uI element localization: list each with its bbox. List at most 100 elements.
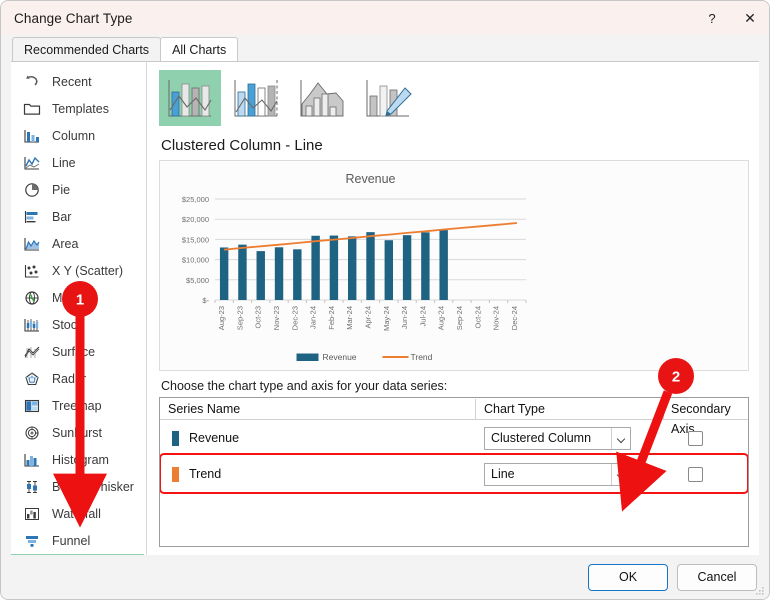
variant-thumb-clustered-column-line-secondary-axis[interactable]	[225, 70, 287, 126]
series-row-revenue: Revenue Clustered Column	[160, 420, 748, 456]
series-row-trend: Trend Line	[160, 453, 748, 494]
series-panel-prompt: Choose the chart type and axis for your …	[161, 379, 448, 393]
sidebar-item-pie[interactable]: Pie	[11, 176, 146, 203]
recent-icon	[21, 72, 43, 91]
sidebar-item-area[interactable]: Area	[11, 230, 146, 257]
variant-thumb-clustered-column-line[interactable]	[159, 70, 221, 126]
sidebar-item-line[interactable]: Line	[11, 149, 146, 176]
series-table-header: Series Name Chart Type Secondary Axis	[160, 398, 748, 436]
chart-type-value: Line	[491, 467, 515, 481]
line-icon	[21, 153, 43, 172]
variant-thumbnail-strip	[159, 70, 749, 126]
svg-text:$20,000: $20,000	[182, 215, 209, 224]
secondary-axis-checkbox-trend[interactable]	[687, 466, 703, 482]
sidebar-item-column[interactable]: Column	[11, 122, 146, 149]
sidebar-item-templates[interactable]: Templates	[11, 95, 146, 122]
svg-text:Jun-24: Jun-24	[400, 306, 409, 329]
svg-text:Trend: Trend	[411, 352, 433, 362]
ok-button[interactable]: OK	[588, 563, 668, 591]
chart-type-cell: Line	[476, 462, 664, 486]
svg-text:Mar-24: Mar-24	[345, 306, 354, 330]
secondary-axis-cell	[664, 430, 748, 446]
sidebar-item-label: Area	[52, 236, 79, 251]
sidebar-item-label: Stock	[52, 317, 84, 332]
variant-name: Clustered Column - Line	[161, 137, 323, 154]
chart-preview: Revenue $25,000 $20,000 $15,000 $10,000 $5,00…	[159, 160, 749, 371]
svg-text:Sep-24: Sep-24	[455, 306, 464, 330]
sidebar-item-label: Box & Whisker	[52, 479, 134, 494]
scatter-icon	[21, 261, 43, 280]
close-icon[interactable]: ✕	[731, 1, 769, 35]
chart-variant-pane: Clustered Column - Line Revenue $25,000 $2…	[147, 62, 759, 555]
chart-type-dropdown-trend[interactable]: Line	[484, 462, 631, 486]
chart-category-list: Recent Templates Column Line Pie Bar Are…	[11, 62, 147, 555]
svg-text:Apr-24: Apr-24	[364, 306, 373, 329]
sidebar-item-stock[interactable]: Stock	[11, 311, 146, 338]
sidebar-item-treemap[interactable]: Treemap	[11, 392, 146, 419]
pie-icon	[21, 180, 43, 199]
sidebar-item-box-whisker[interactable]: Box & Whisker	[11, 473, 146, 500]
sidebar-item-recent[interactable]: Recent	[11, 68, 146, 95]
svg-text:Sep-23: Sep-23	[235, 306, 244, 330]
map-icon	[21, 288, 43, 307]
tab-all-charts[interactable]: All Charts	[160, 37, 239, 61]
revenue-combo-chart: Revenue $25,000 $20,000 $15,000 $10,000 $5,00…	[182, 172, 527, 362]
svg-text:Nov-24: Nov-24	[492, 306, 501, 330]
column-header-chart-type: Chart Type	[476, 398, 664, 419]
tab-strip: Recommended Charts All Charts	[1, 35, 769, 61]
chart-type-dropdown-revenue[interactable]: Clustered Column	[484, 426, 631, 450]
dialog-body: Recent Templates Column Line Pie Bar Are…	[11, 61, 759, 555]
svg-text:$10,000: $10,000	[182, 256, 209, 265]
bar-icon	[21, 207, 43, 226]
secondary-axis-checkbox-revenue[interactable]	[687, 430, 703, 446]
dialog-title: Change Chart Type	[14, 10, 133, 26]
sidebar-item-waterfall[interactable]: Waterfall	[11, 500, 146, 527]
tab-recommended-charts[interactable]: Recommended Charts	[12, 37, 162, 61]
series-name-label: Trend	[189, 467, 222, 481]
sidebar-item-label: Bar	[52, 209, 72, 224]
sidebar-item-label: Histogram	[52, 452, 109, 467]
svg-text:Dec-23: Dec-23	[290, 306, 299, 330]
radar-icon	[21, 369, 43, 388]
stock-icon	[21, 315, 43, 334]
window-controls: ? ✕	[693, 1, 769, 35]
sidebar-item-label: Column	[52, 128, 96, 143]
secondary-axis-cell	[664, 466, 748, 482]
svg-text:Jul-24: Jul-24	[418, 306, 427, 326]
title-bar: Change Chart Type ? ✕	[1, 1, 769, 35]
column-icon	[21, 126, 43, 145]
sidebar-item-surface[interactable]: Surface	[11, 338, 146, 365]
variant-thumb-custom-combination[interactable]	[357, 70, 419, 126]
sidebar-item-label: Surface	[52, 344, 96, 359]
cancel-button[interactable]: Cancel	[677, 563, 757, 591]
svg-text:$25,000: $25,000	[182, 195, 209, 204]
series-color-swatch	[172, 430, 179, 446]
series-name-label: Revenue	[189, 431, 240, 445]
histogram-icon	[21, 450, 43, 469]
sunburst-icon	[21, 423, 43, 442]
chevron-down-icon	[611, 463, 630, 485]
sidebar-item-funnel[interactable]: Funnel	[11, 527, 146, 554]
series-name-cell: Trend	[160, 466, 476, 482]
sidebar-item-sunburst[interactable]: Sunburst	[11, 419, 146, 446]
waterfall-icon	[21, 504, 43, 523]
svg-text:Revenue: Revenue	[345, 172, 395, 186]
sidebar-item-radar[interactable]: Radar	[11, 365, 146, 392]
variant-thumb-stacked-area-clustered-column[interactable]	[291, 70, 353, 126]
sidebar-item-label: X Y (Scatter)	[52, 263, 124, 278]
sidebar-item-scatter[interactable]: X Y (Scatter)	[11, 257, 146, 284]
chevron-down-icon	[611, 427, 630, 449]
help-icon[interactable]: ?	[693, 1, 731, 35]
svg-text:Aug-24: Aug-24	[437, 306, 446, 330]
chart-type-cell: Clustered Column	[476, 426, 664, 450]
sidebar-item-bar[interactable]: Bar	[11, 203, 146, 230]
series-name-cell: Revenue	[160, 430, 476, 446]
resize-grip-icon[interactable]	[754, 585, 766, 597]
sidebar-item-map[interactable]: Map	[11, 284, 146, 311]
treemap-icon	[21, 396, 43, 415]
sidebar-item-label: Waterfall	[52, 506, 101, 521]
svg-text:May-24: May-24	[382, 306, 391, 331]
svg-text:$5,000: $5,000	[186, 276, 209, 285]
sidebar-item-histogram[interactable]: Histogram	[11, 446, 146, 473]
svg-text:Nov-23: Nov-23	[272, 306, 281, 330]
